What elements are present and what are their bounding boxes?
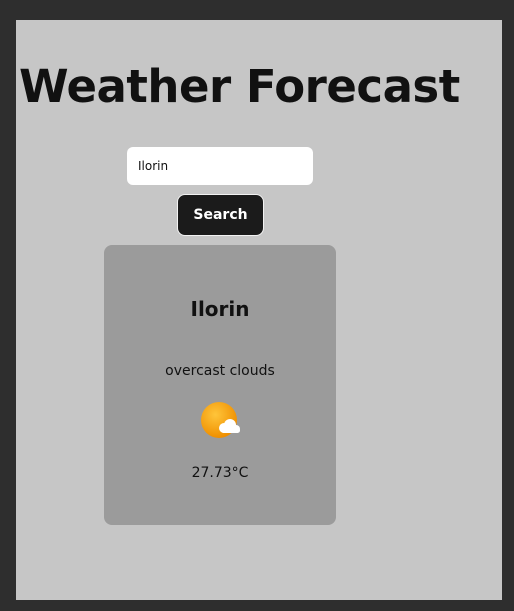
city-search-input[interactable] <box>127 147 313 185</box>
app-container: Weather Forecast Search Ilorin overcast … <box>16 20 502 600</box>
temperature-value: 27.73°C <box>191 465 249 481</box>
search-button[interactable]: Search <box>177 194 264 236</box>
weather-card: Ilorin overcast clouds 27.73°C <box>104 245 336 525</box>
city-name: Ilorin <box>190 297 250 321</box>
page-title: Weather Forecast <box>19 60 460 113</box>
weather-description: overcast clouds <box>165 363 275 379</box>
partly-cloudy-icon <box>201 402 240 438</box>
